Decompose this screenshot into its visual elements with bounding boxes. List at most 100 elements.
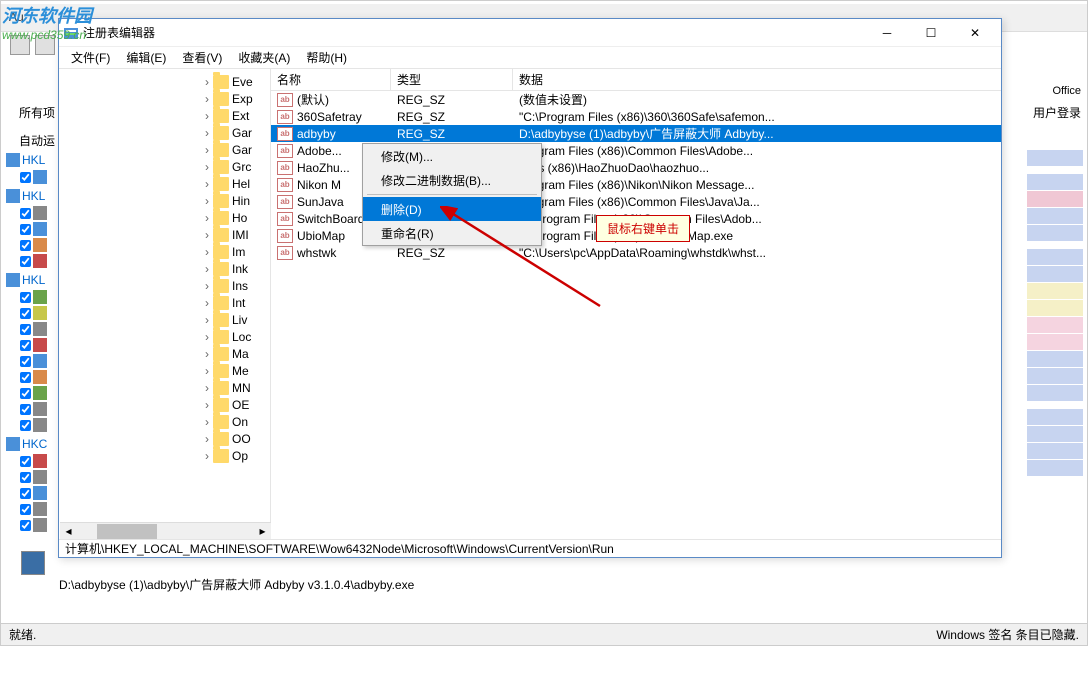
- expand-icon[interactable]: ›: [201, 398, 213, 412]
- regedit-tree[interactable]: ›Eve›Exp›Ext›Gar›Gar›Grc›Hel›Hin›Ho›IMI›…: [59, 69, 271, 539]
- registry-value-row[interactable]: ab360SafetrayREG_SZ"C:\Program Files (x8…: [271, 108, 1001, 125]
- menu-favorites[interactable]: 收藏夹(A): [230, 47, 298, 68]
- tree-item[interactable]: ›IMI: [59, 226, 270, 243]
- tree-item[interactable]: ›Ho: [59, 209, 270, 226]
- tree-item[interactable]: ›Loc: [59, 328, 270, 345]
- expand-icon[interactable]: ›: [201, 415, 213, 429]
- regedit-titlebar[interactable]: 注册表编辑器 ─ ☐ ✕: [59, 19, 1001, 47]
- registry-value-row[interactable]: abwhstwkREG_SZ"C:\Users\pc\AppData\Roami…: [271, 244, 1001, 261]
- check-3c[interactable]: [20, 324, 31, 335]
- menu-edit[interactable]: 编辑(E): [118, 47, 174, 68]
- col-name[interactable]: 名称: [271, 69, 391, 90]
- value-data: "C:\Program Files (x86)\360\360Safe\safe…: [513, 110, 1001, 124]
- check-3g[interactable]: [20, 388, 31, 399]
- menu-view[interactable]: 查看(V): [174, 47, 230, 68]
- ctx-modify-binary[interactable]: 修改二进制数据(B)...: [363, 168, 541, 192]
- check-3b[interactable]: [20, 308, 31, 319]
- item-icon: [33, 238, 47, 252]
- userlogin-label[interactable]: 用户登录: [1033, 104, 1081, 121]
- menu-help[interactable]: 帮助(H): [298, 47, 355, 68]
- expand-icon[interactable]: ›: [201, 262, 213, 276]
- status-right: Windows 签名 条目已隐藏.: [936, 626, 1079, 643]
- tree-item[interactable]: ›Hin: [59, 192, 270, 209]
- ctx-rename[interactable]: 重命名(R): [363, 221, 541, 245]
- check-2c[interactable]: [20, 240, 31, 251]
- hk-section-4[interactable]: HKC: [6, 435, 56, 453]
- expand-icon[interactable]: ›: [201, 126, 213, 140]
- tree-item[interactable]: › Eve: [59, 73, 270, 90]
- expand-icon[interactable]: ›: [201, 381, 213, 395]
- tree-item[interactable]: ›OO: [59, 430, 270, 447]
- expand-icon[interactable]: ›: [201, 313, 213, 327]
- check-4e[interactable]: [20, 520, 31, 531]
- tree-item[interactable]: ›Ins: [59, 277, 270, 294]
- tree-item[interactable]: ›Hel: [59, 175, 270, 192]
- expand-icon[interactable]: ›: [201, 75, 213, 89]
- expand-icon[interactable]: ›: [201, 109, 213, 123]
- expand-icon[interactable]: ›: [201, 279, 213, 293]
- close-button[interactable]: ✕: [953, 19, 997, 47]
- col-type[interactable]: 类型: [391, 69, 513, 90]
- minimize-button[interactable]: ─: [865, 19, 909, 47]
- check-3f[interactable]: [20, 372, 31, 383]
- expand-icon[interactable]: ›: [201, 143, 213, 157]
- check-4b[interactable]: [20, 472, 31, 483]
- check-4d[interactable]: [20, 504, 31, 515]
- expand-icon[interactable]: ›: [201, 228, 213, 242]
- tab-all[interactable]: 所有项: [19, 104, 55, 121]
- tree-item[interactable]: ›Grc: [59, 158, 270, 175]
- check-2a[interactable]: [20, 208, 31, 219]
- expand-icon[interactable]: ›: [201, 194, 213, 208]
- expand-icon[interactable]: ›: [201, 432, 213, 446]
- menu-file[interactable]: 文件(F): [63, 47, 118, 68]
- tree-scrollbar-h[interactable]: ◂ ▸: [60, 522, 271, 539]
- tree-item[interactable]: ›Ext: [59, 107, 270, 124]
- tree-item[interactable]: ›OE: [59, 396, 270, 413]
- tree-item[interactable]: ›Exp: [59, 90, 270, 107]
- tree-item[interactable]: ›Liv: [59, 311, 270, 328]
- tree-item[interactable]: ›On: [59, 413, 270, 430]
- expand-icon[interactable]: ›: [201, 364, 213, 378]
- hk-section-3[interactable]: HKL: [6, 271, 56, 289]
- registry-value-row[interactable]: ab(默认)REG_SZ(数值未设置): [271, 91, 1001, 108]
- ctx-modify[interactable]: 修改(M)...: [363, 144, 541, 168]
- check-4a[interactable]: [20, 456, 31, 467]
- tree-item[interactable]: ›Ink: [59, 260, 270, 277]
- item-icon: [33, 338, 47, 352]
- check-3d[interactable]: [20, 340, 31, 351]
- ctx-delete[interactable]: 删除(D): [363, 197, 541, 221]
- expand-icon[interactable]: ›: [201, 177, 213, 191]
- tree-label: Eve: [232, 75, 253, 89]
- tree-item[interactable]: ›Op: [59, 447, 270, 464]
- registry-value-row[interactable]: abadbybyREG_SZD:\adbybyse (1)\adbyby\广告屏…: [271, 125, 1001, 142]
- hk-section-2[interactable]: HKL: [6, 187, 56, 205]
- scrollbar-thumb[interactable]: [97, 524, 157, 539]
- check-2b[interactable]: [20, 224, 31, 235]
- expand-icon[interactable]: ›: [201, 330, 213, 344]
- tab-auto[interactable]: 自动运: [19, 132, 55, 149]
- tree-item[interactable]: ›Gar: [59, 141, 270, 158]
- check-3h[interactable]: [20, 404, 31, 415]
- hk-section-1[interactable]: HKL: [6, 151, 56, 169]
- check-4c[interactable]: [20, 488, 31, 499]
- tree-item[interactable]: ›Im: [59, 243, 270, 260]
- maximize-button[interactable]: ☐: [909, 19, 953, 47]
- tree-item[interactable]: ›MN: [59, 379, 270, 396]
- tree-item[interactable]: ›Gar: [59, 124, 270, 141]
- check-3a[interactable]: [20, 292, 31, 303]
- expand-icon[interactable]: ›: [201, 449, 213, 463]
- check-3e[interactable]: [20, 356, 31, 367]
- col-data[interactable]: 数据: [513, 69, 1001, 90]
- tree-item[interactable]: ›Ma: [59, 345, 270, 362]
- check-3i[interactable]: [20, 420, 31, 431]
- expand-icon[interactable]: ›: [201, 245, 213, 259]
- tree-item[interactable]: ›Me: [59, 362, 270, 379]
- expand-icon[interactable]: ›: [201, 160, 213, 174]
- expand-icon[interactable]: ›: [201, 92, 213, 106]
- expand-icon[interactable]: ›: [201, 296, 213, 310]
- check-2d[interactable]: [20, 256, 31, 267]
- tree-item[interactable]: ›Int: [59, 294, 270, 311]
- expand-icon[interactable]: ›: [201, 211, 213, 225]
- check-1[interactable]: [20, 172, 31, 183]
- expand-icon[interactable]: ›: [201, 347, 213, 361]
